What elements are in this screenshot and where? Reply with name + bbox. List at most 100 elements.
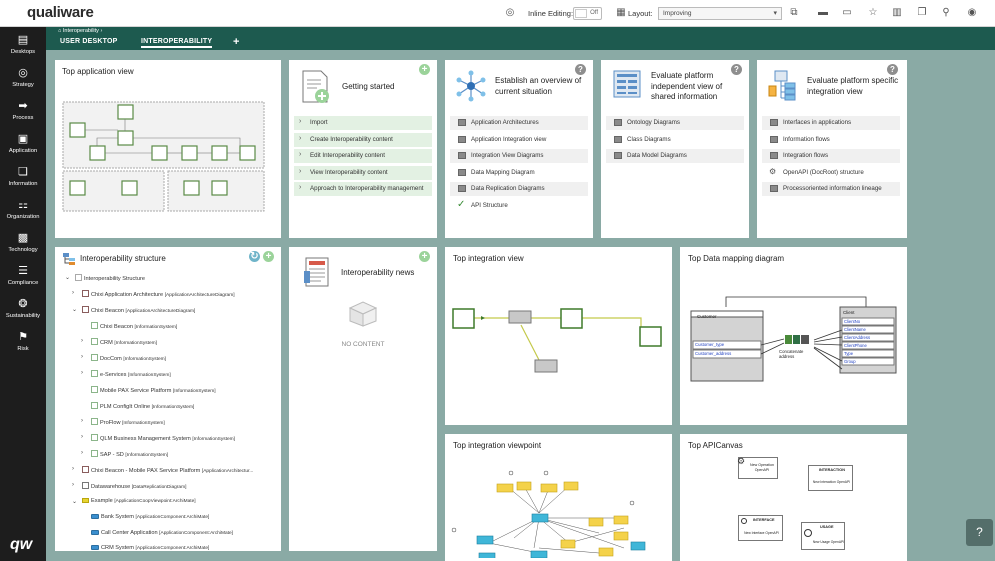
tree-row[interactable]: › Chixi Beacon - Mobile PAX Service Platf… bbox=[72, 466, 253, 474]
link-integration-flows[interactable]: Integration flows bbox=[762, 149, 900, 163]
help-floating-button[interactable]: ? bbox=[966, 519, 993, 546]
link-data-replication-diagrams[interactable]: Data Replication Diagrams bbox=[450, 182, 588, 196]
tree-row[interactable]: ⌄ Chixi Beacon [ApplicationArchitectureDi… bbox=[72, 306, 195, 314]
sidebar-item-label: Technology bbox=[8, 247, 38, 253]
sidebar-item-compliance[interactable]: ☰ Compliance bbox=[0, 265, 46, 296]
add-button[interactable]: + bbox=[419, 64, 430, 75]
api-operation-box[interactable]: ⚙ New Operation OpenAPI bbox=[737, 456, 778, 479]
monitor-icon[interactable]: ▭ bbox=[840, 6, 854, 20]
tree-row[interactable]: CRM System [ApplicationComponent:ArchiMa… bbox=[91, 545, 209, 551]
sidebar-item-process[interactable]: ➡ Process bbox=[0, 100, 46, 131]
tab-interoperability[interactable]: INTEROPERABILITY bbox=[141, 38, 213, 48]
compare-icon[interactable]: ⧉ bbox=[787, 6, 801, 20]
refresh-button[interactable]: ↻ bbox=[249, 251, 260, 262]
tree-row[interactable]: › Chixi Application Architecture [Applica… bbox=[72, 290, 235, 298]
tree-type: [InformationSystem] bbox=[192, 437, 235, 442]
help-button[interactable]: ? bbox=[887, 64, 898, 75]
link-application-integration-view[interactable]: Application Integration view bbox=[450, 133, 588, 147]
sidebar-item-information[interactable]: ❏ Information bbox=[0, 166, 46, 197]
application-component-icon bbox=[91, 545, 99, 550]
tree-label: Bank System bbox=[101, 514, 134, 520]
viewpoint-diagram-thumbnail[interactable] bbox=[449, 458, 667, 558]
getting-started-import[interactable]: › Import bbox=[294, 116, 432, 130]
breadcrumb[interactable]: ⌂ Interoperability › bbox=[58, 28, 102, 34]
link-class-diagrams[interactable]: Class Diagrams bbox=[606, 133, 744, 147]
sidebar-item-desktops[interactable]: ▤ Desktops bbox=[0, 34, 46, 65]
tree-row[interactable]: Chixi Beacon [InformationSystem] bbox=[91, 322, 177, 330]
api-interface-box[interactable]: INTERFACE New Interface OpenAPI bbox=[738, 515, 783, 541]
tree-row[interactable]: › QLM Business Management System [Informa… bbox=[81, 434, 235, 442]
layout-select-value: Improving bbox=[663, 10, 692, 17]
tree-row[interactable]: ⌄ Example [ApplicationCoopViewpoint:Archi… bbox=[72, 498, 196, 505]
inline-editing-toggle[interactable]: Off bbox=[573, 7, 602, 20]
chevron-right-icon: › bbox=[81, 354, 83, 360]
add-tab-button[interactable]: + bbox=[233, 36, 239, 48]
getting-started-create[interactable]: › Create Interoperability content bbox=[294, 133, 432, 147]
columns-icon[interactable]: ▥ bbox=[890, 6, 904, 20]
getting-started-view[interactable]: › View Interoperability content bbox=[294, 166, 432, 180]
toggle-knob bbox=[575, 9, 587, 18]
tree-row[interactable]: › SAP - SD [InformationSystem] bbox=[81, 450, 168, 458]
add-button[interactable]: + bbox=[419, 251, 430, 262]
tree-row[interactable]: › e-Services [InformationSystem] bbox=[81, 370, 171, 378]
api-interaction-box[interactable]: INTERACTION New Interaction OpenAPI bbox=[808, 465, 853, 491]
tree-row[interactable]: › Datawarehouse [DataReplicationDiagram] bbox=[72, 482, 186, 490]
card-title: Top integration view bbox=[453, 254, 524, 263]
card-top-integration-viewpoint[interactable]: Top integration viewpoint bbox=[445, 434, 672, 561]
search-icon[interactable]: ⚲ bbox=[939, 6, 953, 20]
tree-row[interactable]: Bank System [ApplicationComponent:ArchiM… bbox=[91, 514, 209, 520]
folder-icon[interactable]: ▬ bbox=[816, 6, 830, 20]
getting-started-approach[interactable]: › Approach to Interoperability management bbox=[294, 182, 432, 196]
sidebar-item-sustainability[interactable]: ❂ Sustainability bbox=[0, 298, 46, 329]
tree-type: [InformationSystem] bbox=[134, 325, 178, 330]
card-top-apicanvas[interactable]: Top APICanvas ⚙ New Operation OpenAPI IN… bbox=[680, 434, 907, 561]
tree-row[interactable]: › DocCom [InformationSystem] bbox=[81, 354, 166, 362]
link-label: Class Diagrams bbox=[627, 136, 671, 143]
qualiware-logo[interactable]: qualiware bbox=[27, 4, 94, 21]
tree-type: [InformationSystem] bbox=[128, 373, 171, 378]
tree-row[interactable]: Mobile PAX Service Platform [Information… bbox=[91, 386, 216, 394]
link-data-mapping-diagram[interactable]: Data Mapping Diagram bbox=[450, 166, 588, 180]
link-application-architectures[interactable]: Application Architectures bbox=[450, 116, 588, 130]
help-button[interactable]: ? bbox=[731, 64, 742, 75]
tree-label: Interoperability Structure bbox=[84, 276, 145, 282]
sidebar-item-organization[interactable]: ⚏ Organization bbox=[0, 199, 46, 230]
link-openapi-structure[interactable]: ⚙ OpenAPI (DocRoot) structure bbox=[762, 166, 900, 180]
application-diagram-thumbnail[interactable] bbox=[62, 101, 266, 213]
getting-started-edit[interactable]: › Edit Interoperability content bbox=[294, 149, 432, 163]
sidebar-item-risk[interactable]: ⚑ Risk bbox=[0, 331, 46, 362]
sidebar-item-application[interactable]: ▣ Application bbox=[0, 133, 46, 164]
add-button[interactable]: + bbox=[263, 251, 274, 262]
sidebar-item-technology[interactable]: ▩ Technology bbox=[0, 232, 46, 263]
card-top-data-mapping[interactable]: Top Data mapping diagram Customer Custom… bbox=[680, 247, 907, 425]
link-ontology-diagrams[interactable]: Ontology Diagrams bbox=[606, 116, 744, 130]
link-information-lineage[interactable]: Processoriented information lineage bbox=[762, 182, 900, 196]
architecture-diagram-icon bbox=[82, 466, 89, 473]
api-usage-box[interactable]: USAGE New Usage OpenAPI bbox=[801, 522, 845, 550]
sidebar-item-label: Information bbox=[8, 181, 38, 187]
tree-root[interactable]: ⌄ Interoperability Structure bbox=[65, 274, 145, 282]
card-top-application-view[interactable]: Top application view bbox=[55, 60, 281, 238]
link-information-flows[interactable]: Information flows bbox=[762, 133, 900, 147]
card-top-integration-view[interactable]: Top integration view bbox=[445, 247, 672, 425]
copy-icon[interactable]: ❐ bbox=[915, 6, 929, 20]
link-integration-view-diagrams[interactable]: Integration View Diagrams bbox=[450, 149, 588, 163]
tree-row[interactable]: › ProFlow [InformationSystem] bbox=[81, 418, 165, 426]
help-button[interactable]: ? bbox=[575, 64, 586, 75]
link-api-structure[interactable]: ✓ API Structure bbox=[450, 199, 588, 213]
globe-icon[interactable]: ◎ bbox=[503, 6, 517, 20]
integration-diagram-thumbnail[interactable] bbox=[451, 305, 666, 385]
client-field: Type bbox=[844, 351, 854, 356]
card-platform-specific: Evaluate platform specific integration v… bbox=[757, 60, 907, 238]
sidebar-item-strategy[interactable]: ◎ Strategy bbox=[0, 67, 46, 98]
star-icon[interactable]: ☆ bbox=[866, 6, 880, 20]
link-data-model-diagrams[interactable]: Data Model Diagrams bbox=[606, 149, 744, 163]
interaction-label: INTERACTION bbox=[819, 468, 845, 472]
layout-select[interactable]: Improving ▾ bbox=[658, 7, 782, 20]
tab-user-desktop[interactable]: USER DESKTOP bbox=[60, 38, 118, 45]
tree-row[interactable]: Call Center Application [ApplicationComp… bbox=[91, 530, 233, 536]
link-interfaces-in-applications[interactable]: Interfaces in applications bbox=[762, 116, 900, 130]
user-icon[interactable]: ◉ bbox=[965, 6, 979, 20]
tree-row[interactable]: › CRM [InformationSystem] bbox=[81, 338, 157, 346]
tree-row[interactable]: PLM ConfigIt Online [InformationSystem] bbox=[91, 402, 194, 410]
